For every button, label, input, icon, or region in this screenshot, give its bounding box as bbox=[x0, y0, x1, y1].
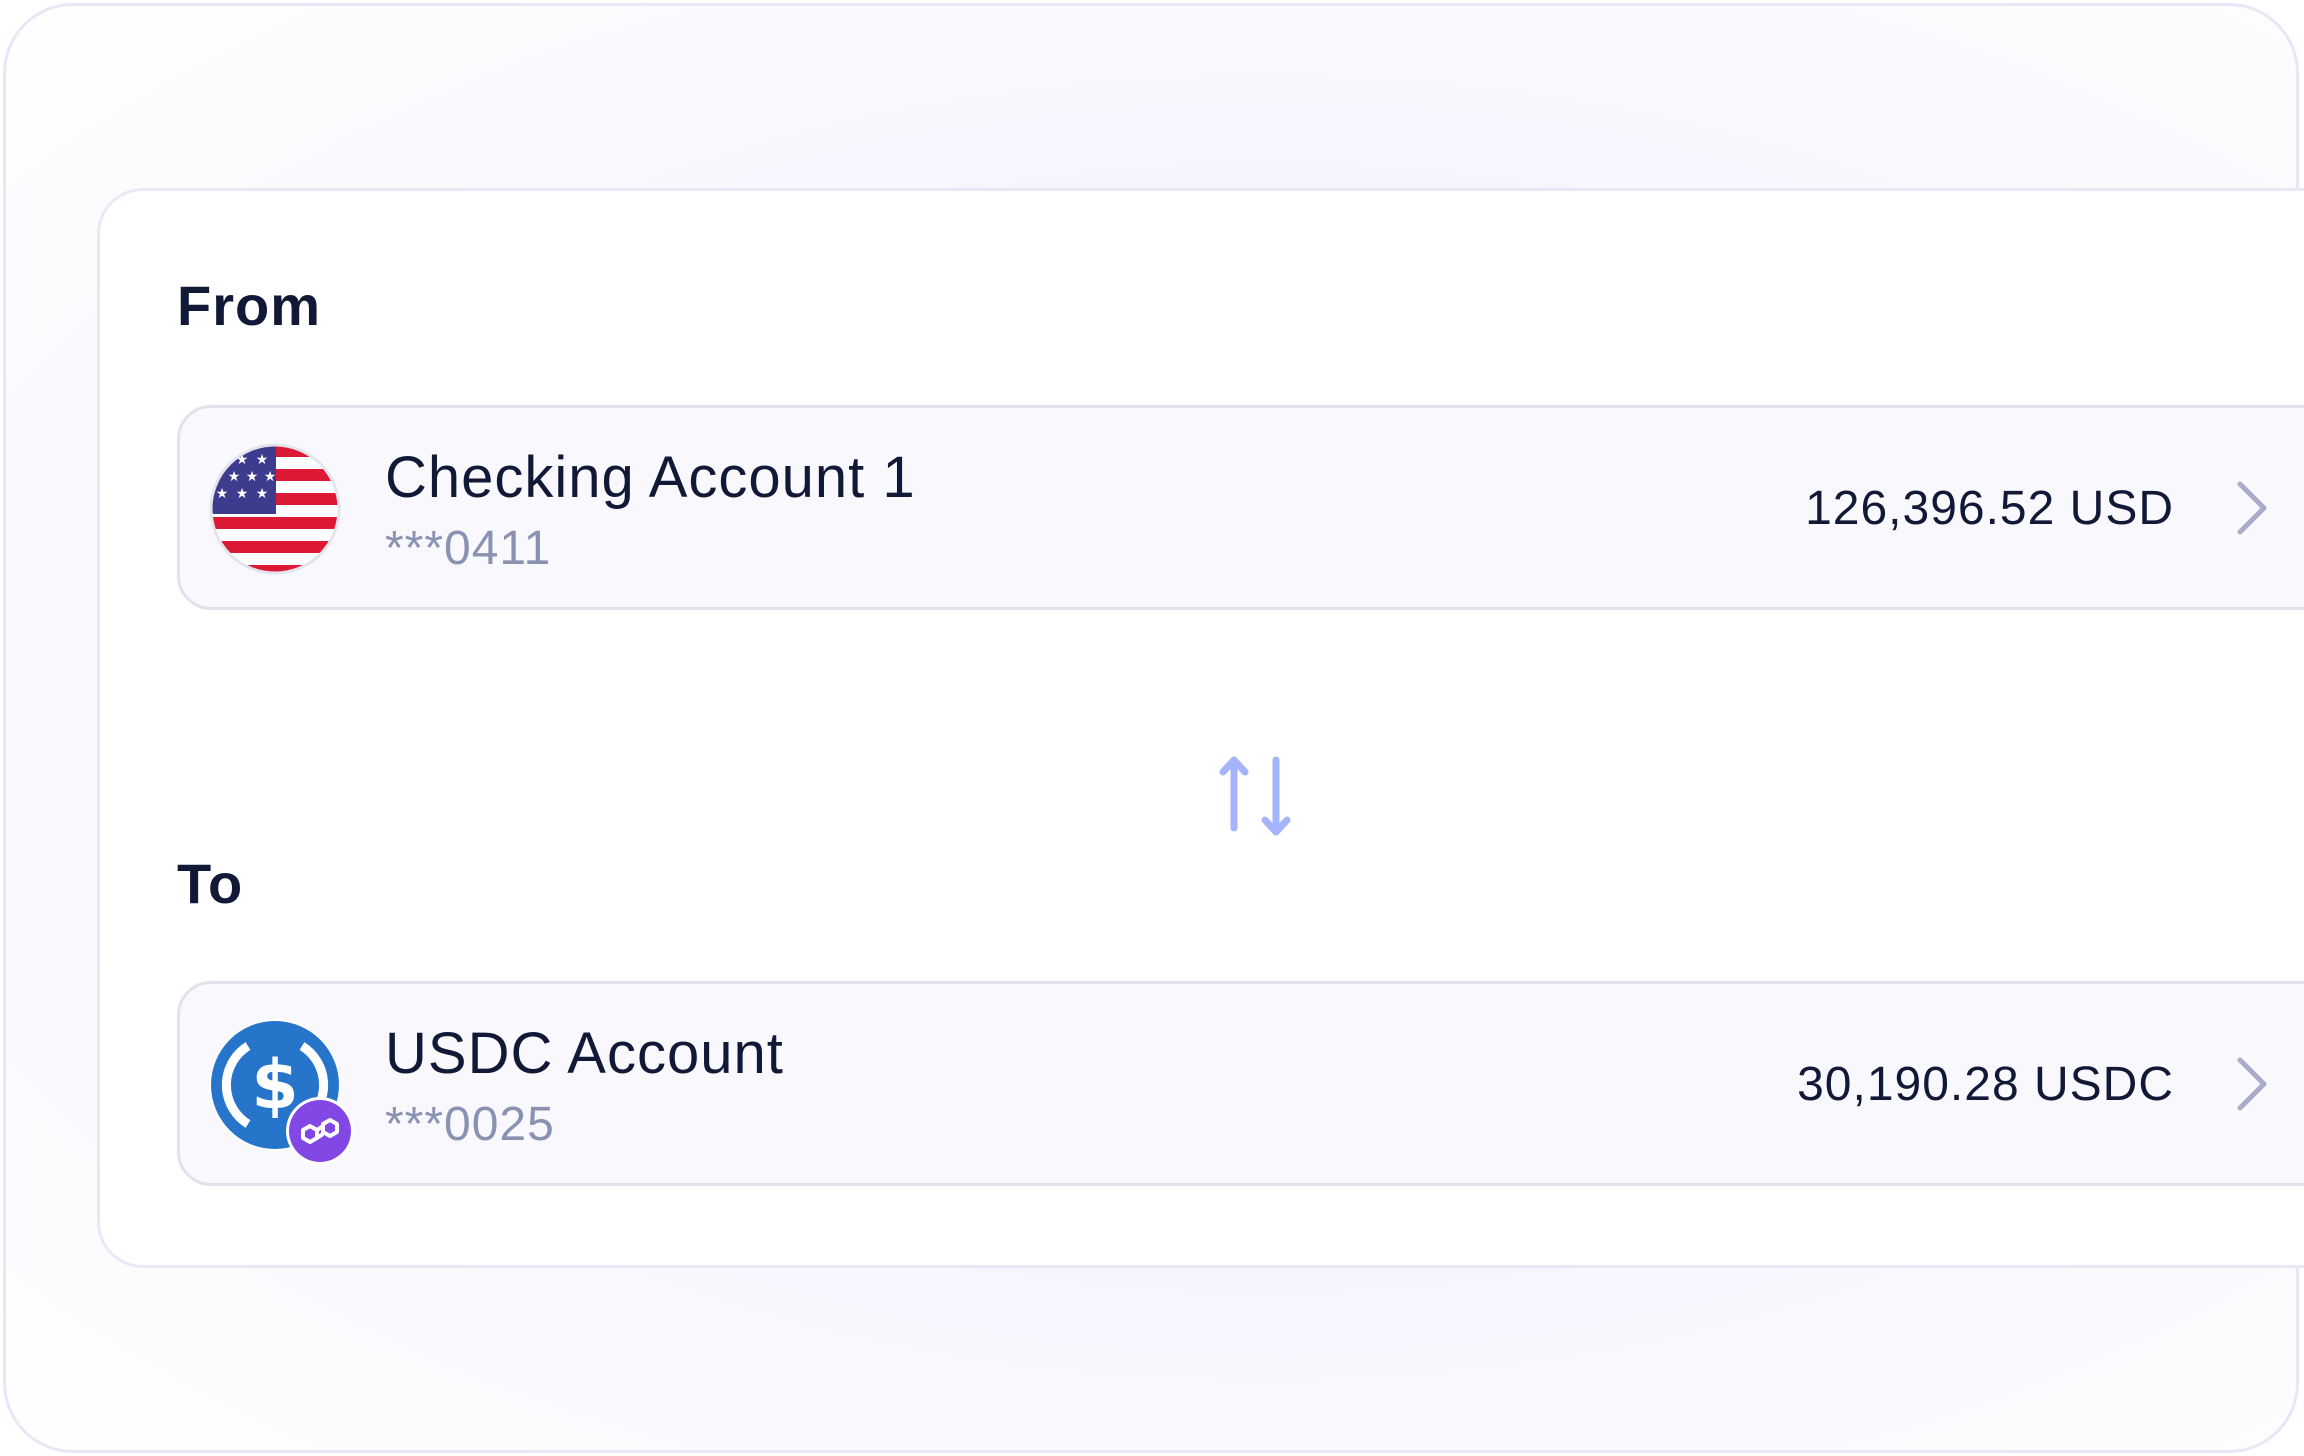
from-account-selector[interactable]: ★ ★ ★ ★ ★ ★ ★ ★ ★ ★ Checking Account 1 ***0411 … bbox=[177, 405, 2304, 610]
from-account-name: Checking Account 1 bbox=[385, 445, 916, 510]
to-account-number: ***0025 bbox=[385, 1098, 555, 1151]
from-label: From bbox=[177, 274, 321, 337]
svg-text:★: ★ bbox=[236, 486, 249, 502]
from-account-balance: 126,396.52 USD bbox=[1805, 482, 2174, 535]
to-account-balance: 30,190.28 USDC bbox=[1797, 1058, 2174, 1111]
svg-text:★: ★ bbox=[216, 486, 229, 502]
to-account-name: USDC Account bbox=[385, 1021, 784, 1086]
swap-accounts-button[interactable] bbox=[1210, 752, 1300, 842]
svg-text:★: ★ bbox=[256, 486, 269, 502]
svg-text:★: ★ bbox=[264, 469, 277, 485]
to-account-selector[interactable]: $ USDC Account ***0025 30,190.28 USDC bbox=[177, 981, 2304, 1186]
swap-arrows-icon bbox=[1219, 756, 1291, 836]
us-flag-icon: ★ ★ ★ ★ ★ ★ ★ ★ ★ ★ bbox=[208, 442, 342, 576]
from-account-number: ***0411 bbox=[385, 522, 552, 575]
polygon-icon bbox=[285, 1096, 355, 1166]
chevron-right-icon bbox=[2230, 478, 2270, 538]
svg-text:★: ★ bbox=[246, 469, 259, 485]
svg-text:★: ★ bbox=[256, 452, 269, 468]
svg-text:★: ★ bbox=[228, 469, 241, 485]
chevron-right-icon bbox=[2230, 1054, 2270, 1114]
to-label: To bbox=[177, 852, 244, 915]
